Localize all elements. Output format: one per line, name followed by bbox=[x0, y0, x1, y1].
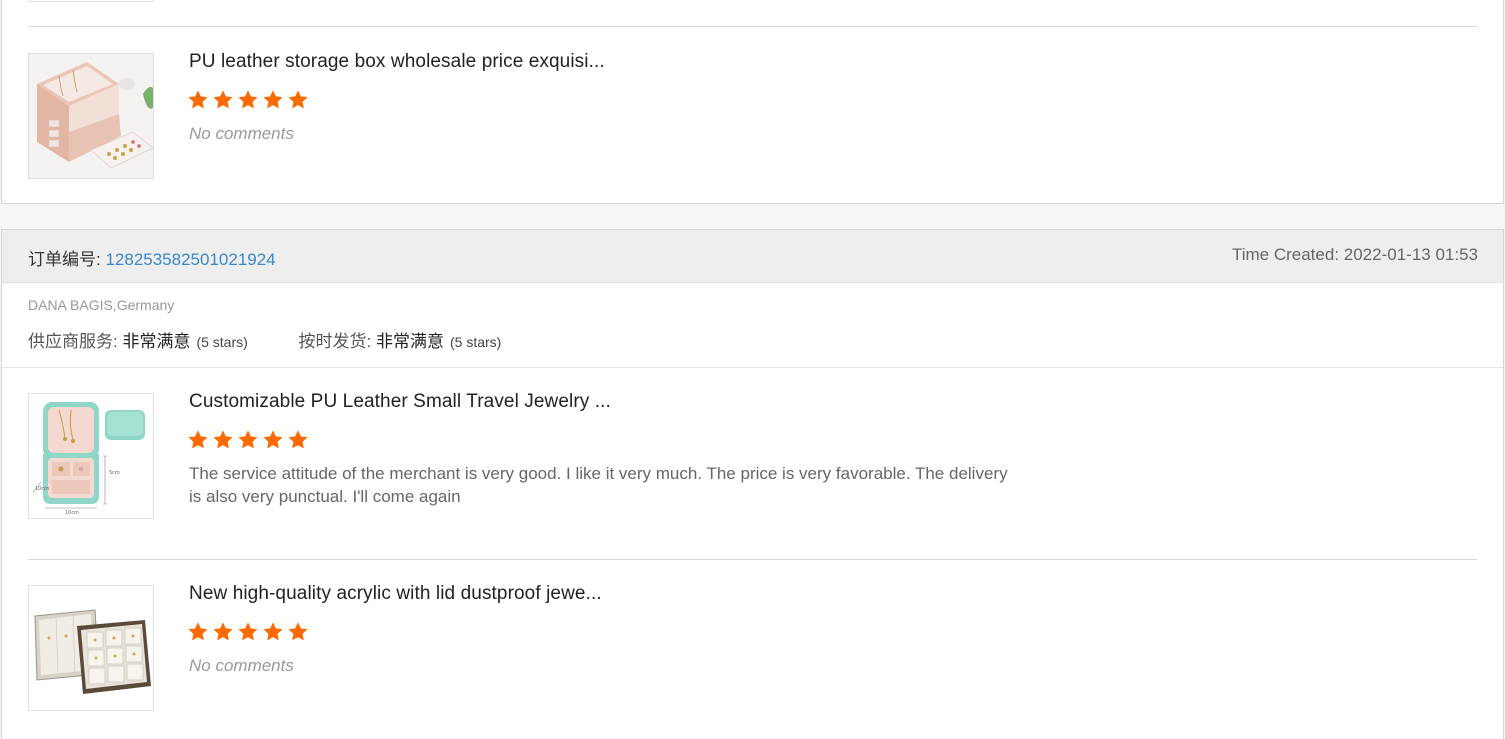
rating-label: 按时发货: bbox=[298, 332, 376, 351]
rating-value: 非常满意 bbox=[375, 332, 444, 351]
star-icon bbox=[287, 429, 312, 453]
svg-text:10cm: 10cm bbox=[65, 510, 79, 516]
product-thumbnail[interactable] bbox=[28, 53, 154, 179]
order-number-label: 订单编号: bbox=[28, 250, 106, 269]
star-rating bbox=[187, 621, 312, 645]
time-created-label: Time Created: bbox=[1231, 245, 1344, 264]
review-comment: The service attitude of the merchant is … bbox=[189, 464, 1008, 506]
order-review-card: 订单编号: 128253582501021924 Time Created: 2… bbox=[1, 229, 1504, 739]
on-time-delivery-rating: 按时发货: 非常满意 (5 stars) bbox=[299, 327, 502, 352]
star-icon bbox=[187, 89, 212, 113]
svg-text:10cm: 10cm bbox=[35, 486, 49, 492]
star-icon bbox=[237, 621, 262, 645]
star-rating bbox=[187, 89, 312, 113]
star-icon bbox=[237, 429, 262, 453]
divider bbox=[28, 26, 1477, 27]
star-icon bbox=[287, 89, 312, 113]
review-comment: No comments bbox=[189, 656, 294, 675]
star-icon bbox=[212, 621, 237, 645]
product-review: New high-quality acrylic with lid dustpr… bbox=[28, 583, 1477, 711]
rating-stars-text: (5 stars) bbox=[449, 334, 502, 350]
star-icon bbox=[287, 621, 312, 645]
star-icon bbox=[212, 429, 237, 453]
previous-product-thumbnail bbox=[28, 0, 154, 2]
rating-label: 供应商服务: bbox=[28, 332, 123, 351]
product-thumbnail[interactable] bbox=[28, 585, 154, 711]
star-icon bbox=[187, 621, 212, 645]
star-icon bbox=[262, 621, 287, 645]
review-comment: No comments bbox=[189, 124, 294, 143]
order-time-created: Time Created: 2022-01-13 01:53 bbox=[1232, 245, 1478, 265]
divider bbox=[2, 367, 1503, 368]
rating-stars-text: (5 stars) bbox=[196, 334, 248, 350]
divider bbox=[28, 559, 1477, 560]
star-icon bbox=[262, 429, 287, 453]
star-icon bbox=[237, 89, 262, 113]
product-title[interactable]: Customizable PU Leather Small Travel Jew… bbox=[189, 391, 611, 413]
product-review: PU leather storage box wholesale price e… bbox=[28, 51, 1477, 179]
pink-jewelry-box-image bbox=[29, 54, 153, 178]
star-icon bbox=[212, 89, 237, 113]
buyer-name: DANA BAGIS,Germany bbox=[28, 297, 175, 313]
seller-ratings: 供应商服务: 非常满意 (5 stars) 按时发货: 非常满意 (5 stars) bbox=[28, 327, 501, 352]
order-header: 订单编号: 128253582501021924 Time Created: 2… bbox=[2, 230, 1503, 283]
star-icon bbox=[187, 429, 212, 453]
product-review: 5cm 10cm 10cm Customizable PU Leather Sm… bbox=[28, 391, 1477, 519]
product-title[interactable]: PU leather storage box wholesale price e… bbox=[189, 51, 605, 73]
product-thumbnail[interactable]: 5cm 10cm 10cm bbox=[28, 393, 154, 519]
time-created-value: 2022-01-13 01:53 bbox=[1343, 245, 1478, 264]
order-number-row: 订单编号: 128253582501021924 bbox=[28, 245, 276, 270]
svg-text:5cm: 5cm bbox=[109, 470, 120, 476]
review-card: PU leather storage box wholesale price e… bbox=[1, 0, 1504, 204]
supplier-service-rating: 供应商服务: 非常满意 (5 stars) bbox=[28, 327, 248, 352]
star-icon bbox=[262, 89, 287, 113]
order-number-link[interactable]: 128253582501021924 bbox=[105, 250, 275, 269]
rating-value: 非常满意 bbox=[122, 332, 191, 351]
acrylic-jewelry-tray-image bbox=[29, 586, 153, 710]
star-rating bbox=[187, 429, 312, 453]
product-title[interactable]: New high-quality acrylic with lid dustpr… bbox=[189, 583, 602, 605]
mint-travel-jewelry-box-image: 5cm 10cm 10cm bbox=[29, 394, 153, 518]
